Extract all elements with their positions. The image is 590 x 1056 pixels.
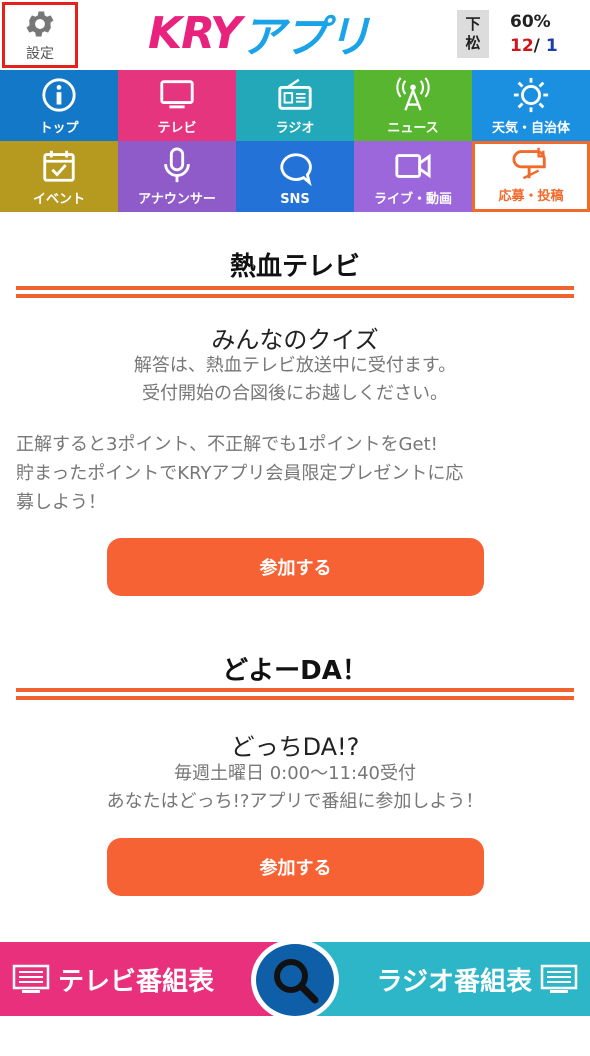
item-title-quiz: みんなのクイズ xyxy=(211,326,379,354)
gear-icon xyxy=(26,11,54,37)
section-title-nekketsu: 熱血テレビ xyxy=(229,252,360,282)
menu-item-live-video[interactable]: ライブ・動画 xyxy=(354,141,472,212)
item-title-docchi-da: どっちDA!? xyxy=(230,733,360,761)
bottom-nav: テレビ番組表 ラジオ番組表 xyxy=(0,939,590,1056)
join-docchi-button[interactable]: 参加する xyxy=(107,838,484,896)
join-quiz-button[interactable]: 参加する xyxy=(107,538,484,596)
station-line2: 松 xyxy=(465,34,481,52)
station-badge[interactable]: 下 松 xyxy=(457,10,489,58)
menu-item-tv[interactable]: テレビ xyxy=(118,70,236,141)
news-antenna-icon xyxy=(396,77,430,111)
menu-item-top[interactable]: トップ xyxy=(0,70,118,141)
menu-item-entry-post[interactable]: 応募・投稿 xyxy=(472,141,590,212)
video-camera-icon xyxy=(395,153,431,179)
temp-high: 12 xyxy=(510,36,534,56)
quiz-note-line2: 受付開始の合図後にお越しください。 xyxy=(142,383,448,404)
quiz-desc-line1: 正解すると3ポイント、不正解でも1ポイントをGet! xyxy=(16,434,438,455)
schedule-list-icon xyxy=(540,964,578,993)
menu-item-weather[interactable]: 天気・自治体 xyxy=(472,70,590,141)
app-logo: KRY アプリ xyxy=(148,7,384,64)
menu-item-label: ラジオ xyxy=(275,121,315,136)
temp-separator: / xyxy=(533,36,540,56)
menu-grid: トップ テレビ ラジオ ニュース 天気・自治体 イベント アナウンサー SNS … xyxy=(0,70,590,212)
menu-item-sns[interactable]: SNS xyxy=(236,141,354,212)
menu-item-label: トップ xyxy=(39,121,79,136)
menu-item-label: イベント xyxy=(32,192,85,207)
station-line1: 下 xyxy=(465,15,481,33)
section-divider xyxy=(16,286,574,300)
settings-label: 設定 xyxy=(26,46,54,62)
menu-item-label: テレビ xyxy=(157,121,197,136)
menu-item-radio[interactable]: ラジオ xyxy=(236,70,354,141)
search-icon xyxy=(274,959,319,1004)
radio-schedule-button[interactable]: ラジオ番組表 xyxy=(295,942,590,1016)
sun-icon xyxy=(513,77,549,113)
quiz-desc-line3: 募しよう！ xyxy=(16,492,106,513)
docchi-note-line2: あなたはどっち!?アプリで番組に参加しよう！ xyxy=(106,791,484,812)
menu-item-label: アナウンサー xyxy=(138,192,216,207)
rain-percent: 60% xyxy=(510,12,551,32)
schedule-list-icon xyxy=(12,964,50,993)
logo-kry-text: KRY xyxy=(148,7,242,59)
docchi-note: 毎週土曜日 0:00〜11:40受付 あなたはどっち!?アプリで番組に参加しよう… xyxy=(0,760,590,816)
calendar-icon xyxy=(43,150,75,182)
menu-item-label: SNS xyxy=(280,192,310,207)
docchi-note-line1: 毎週土曜日 0:00〜11:40受付 xyxy=(173,763,416,784)
logo-app-text: アプリ xyxy=(240,12,371,63)
menu-item-label: 応募・投稿 xyxy=(498,189,564,204)
menu-item-label: 天気・自治体 xyxy=(491,121,570,136)
quiz-description: 正解すると3ポイント、不正解でも1ポイントをGet! 貯まったポイントでKRYア… xyxy=(16,430,576,517)
menu-item-label: ライブ・動画 xyxy=(373,192,452,207)
tv-icon xyxy=(160,80,194,109)
search-button[interactable] xyxy=(251,939,339,1021)
weather-summary[interactable]: 60% 12/ 1 xyxy=(510,10,580,58)
temperature: 12/ 1 xyxy=(510,34,580,58)
radio-schedule-label: ラジオ番組表 xyxy=(376,966,532,997)
microphone-icon xyxy=(164,147,190,183)
menu-item-news[interactable]: ニュース xyxy=(354,70,472,141)
info-icon xyxy=(42,78,76,112)
settings-button[interactable]: 設定 xyxy=(2,2,78,68)
quiz-note-line1: 解答は、熱血テレビ放送中に受付ます。 xyxy=(133,355,457,376)
mailbox-icon xyxy=(512,147,546,180)
menu-item-label: ニュース xyxy=(387,121,439,136)
tv-schedule-label: テレビ番組表 xyxy=(58,966,215,997)
app-header: 設定 KRY アプリ 下 松 60% 12/ 1 xyxy=(0,0,590,72)
temp-low: 1 xyxy=(545,36,558,56)
quiz-desc-line2: 貯まったポイントでKRYアプリ会員限定プレゼントに応 xyxy=(16,463,464,484)
chat-bubble-icon xyxy=(280,153,312,187)
menu-item-announcer[interactable]: アナウンサー xyxy=(118,141,236,212)
radio-icon xyxy=(278,78,312,110)
section-title-doyo-da: どよーDA！ xyxy=(222,656,368,686)
quiz-note: 解答は、熱血テレビ放送中に受付ます。 受付開始の合図後にお越しください。 xyxy=(0,352,590,408)
menu-item-event[interactable]: イベント xyxy=(0,141,118,212)
section-divider xyxy=(16,688,574,702)
